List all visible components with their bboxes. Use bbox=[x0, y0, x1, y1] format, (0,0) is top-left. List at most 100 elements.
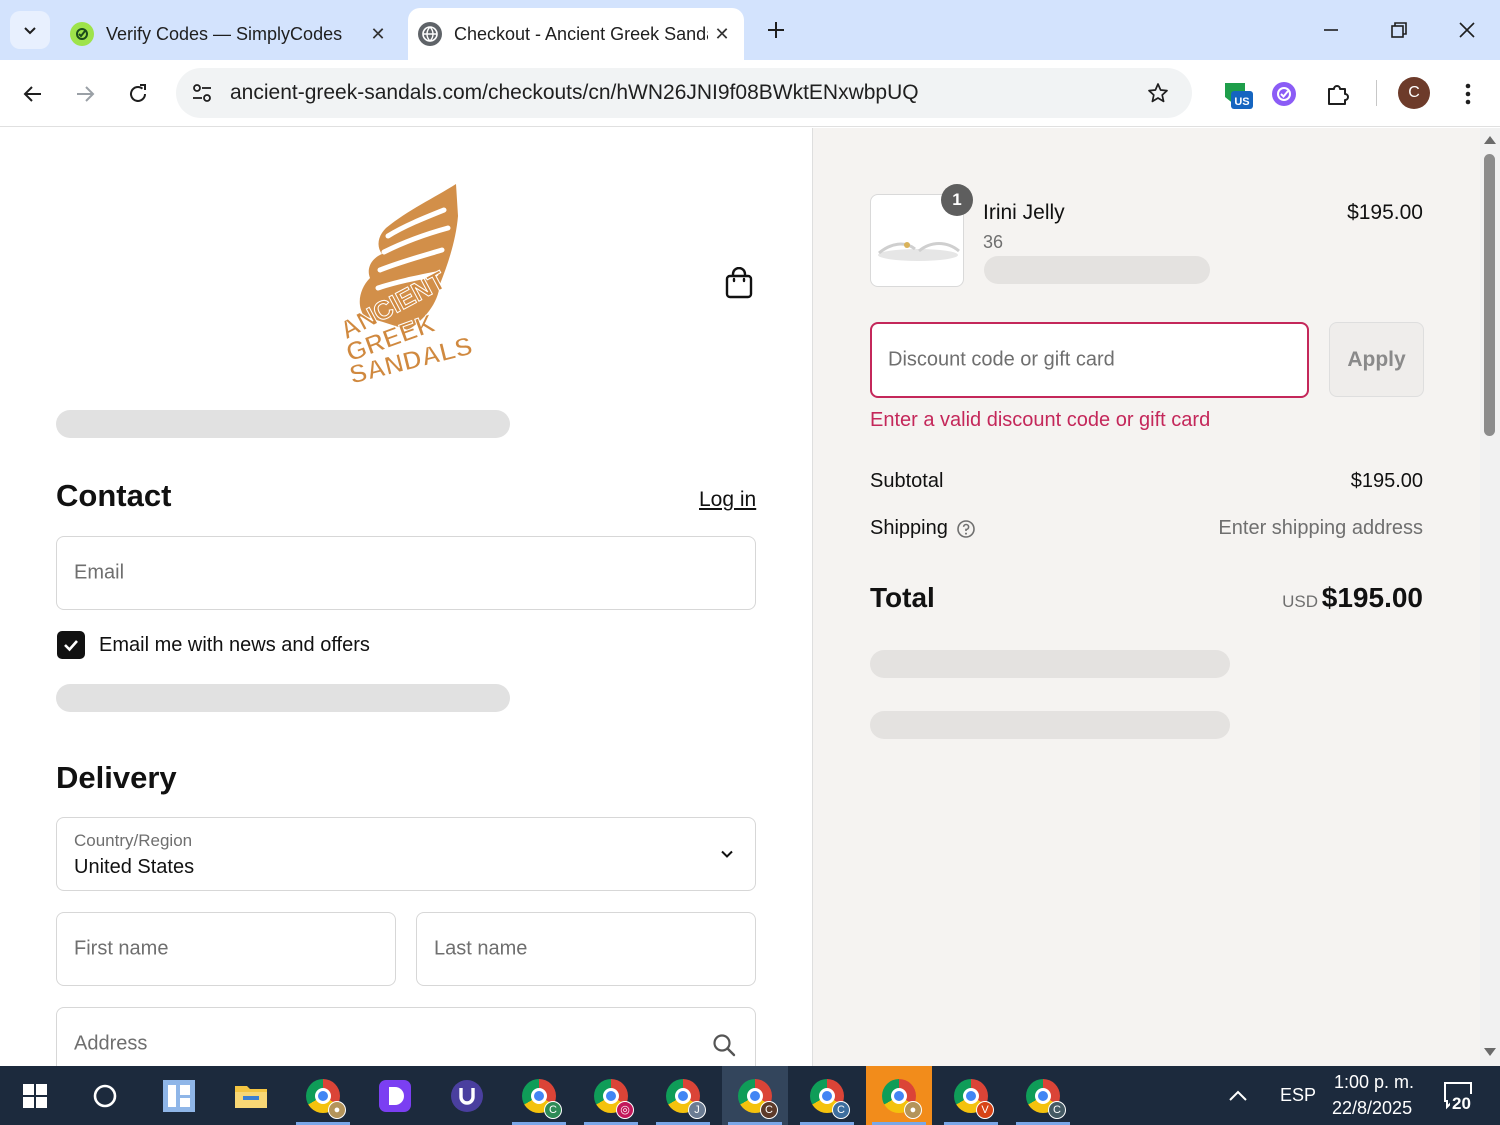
bookmark-star-icon[interactable] bbox=[1138, 73, 1178, 113]
tab-search-button[interactable] bbox=[10, 11, 50, 49]
taskbar-app-purple[interactable] bbox=[362, 1066, 428, 1125]
address-bar[interactable]: ancient-greek-sandals.com/checkouts/cn/h… bbox=[176, 68, 1192, 118]
globe-icon bbox=[418, 22, 442, 46]
chrome-taskbar-button[interactable]: V bbox=[938, 1066, 1004, 1125]
news-checkbox-label[interactable]: Email me with news and offers bbox=[99, 634, 370, 657]
vpn-extension-icon[interactable]: US bbox=[1216, 74, 1256, 114]
tab-strip: Verify Codes — SimplyCodes ✕ Checkout - … bbox=[0, 0, 1500, 60]
scrollbar-thumb[interactable] bbox=[1484, 154, 1495, 436]
chrome-taskbar-button[interactable]: ● bbox=[290, 1066, 356, 1125]
chrome-profile-badge: J bbox=[688, 1100, 706, 1119]
login-link[interactable]: Log in bbox=[699, 488, 756, 512]
shopping-bag-icon[interactable] bbox=[720, 264, 758, 302]
product-name: Irini Jelly bbox=[983, 201, 1065, 224]
tab-title: Verify Codes — SimplyCodes bbox=[106, 23, 343, 44]
address-field[interactable]: Address bbox=[56, 1007, 756, 1066]
chrome-icon: V bbox=[954, 1078, 994, 1119]
minimize-button[interactable] bbox=[1308, 10, 1354, 50]
profile-avatar[interactable]: C bbox=[1398, 77, 1430, 109]
notifications-button[interactable]: 20 bbox=[1430, 1066, 1490, 1125]
chrome-taskbar-button[interactable]: C bbox=[506, 1066, 572, 1125]
shipping-label: Shipping bbox=[870, 517, 948, 539]
reload-button[interactable] bbox=[118, 74, 158, 114]
simplycodes-icon bbox=[70, 22, 94, 46]
news-checkbox[interactable] bbox=[57, 631, 85, 659]
chrome-icon: ● bbox=[882, 1078, 922, 1119]
contact-heading: Contact bbox=[56, 478, 172, 513]
email-field[interactable]: Email bbox=[56, 536, 756, 610]
restore-button[interactable] bbox=[1376, 10, 1422, 50]
purple-extension-icon[interactable] bbox=[1264, 74, 1304, 114]
app-grid-icon bbox=[163, 1079, 195, 1112]
windows-icon bbox=[23, 1083, 47, 1108]
loading-placeholder bbox=[56, 410, 510, 438]
url-text[interactable]: ancient-greek-sandals.com/checkouts/cn/h… bbox=[230, 81, 1138, 105]
last-name-field[interactable]: Last name bbox=[416, 912, 756, 986]
clock-date[interactable]: 22/8/2025 bbox=[1332, 1098, 1412, 1119]
chrome-taskbar-button[interactable]: C bbox=[794, 1066, 860, 1125]
chrome-profile-badge: V bbox=[976, 1100, 994, 1119]
chrome-taskbar-button-flashing[interactable]: ● bbox=[866, 1066, 932, 1125]
site-settings-icon[interactable] bbox=[184, 75, 220, 111]
forward-button[interactable] bbox=[65, 74, 105, 114]
shipping-value: Enter shipping address bbox=[1218, 517, 1423, 539]
country-select[interactable]: Country/Region United States bbox=[56, 817, 756, 891]
tab-simplycodes[interactable]: Verify Codes — SimplyCodes ✕ bbox=[60, 8, 400, 60]
extensions-puzzle-icon[interactable] bbox=[1318, 74, 1358, 114]
purple-app-icon bbox=[379, 1079, 411, 1112]
chrome-profile-badge: C bbox=[1048, 1100, 1066, 1119]
close-tab-icon[interactable]: ✕ bbox=[708, 20, 736, 48]
chrome-taskbar-button[interactable]: J bbox=[650, 1066, 716, 1125]
chrome-icon: ◎ bbox=[594, 1078, 634, 1119]
total-label: Total bbox=[870, 582, 935, 613]
country-label: Country/Region bbox=[74, 831, 193, 850]
input-language[interactable]: ESP bbox=[1280, 1085, 1316, 1106]
subtotal-label: Subtotal bbox=[870, 470, 944, 492]
more-menu-icon[interactable] bbox=[1448, 74, 1488, 114]
file-explorer-button[interactable] bbox=[218, 1066, 284, 1125]
new-tab-button[interactable] bbox=[760, 14, 792, 46]
chrome-taskbar-button[interactable]: C bbox=[1010, 1066, 1076, 1125]
taskbar-app-1[interactable] bbox=[146, 1066, 212, 1125]
delivery-heading: Delivery bbox=[56, 760, 177, 795]
loading-placeholder bbox=[984, 256, 1210, 284]
total-currency: USD bbox=[1282, 592, 1318, 611]
order-summary: 1 Irini Jelly 36 $195.00 Discount code o… bbox=[812, 128, 1480, 1066]
close-window-button[interactable] bbox=[1444, 10, 1490, 50]
first-name-placeholder: First name bbox=[74, 937, 169, 960]
reload-icon bbox=[130, 84, 146, 102]
back-button[interactable] bbox=[13, 74, 53, 114]
chrome-icon: C bbox=[1026, 1078, 1066, 1119]
show-hidden-icons-button[interactable] bbox=[1218, 1066, 1258, 1125]
scroll-up-icon[interactable] bbox=[1484, 136, 1496, 144]
scroll-down-icon[interactable] bbox=[1484, 1048, 1496, 1056]
browser-toolbar: ancient-greek-sandals.com/checkouts/cn/h… bbox=[0, 60, 1500, 127]
start-button[interactable] bbox=[2, 1066, 68, 1125]
discount-code-input[interactable]: Discount code or gift card bbox=[870, 322, 1309, 398]
arrow-left-icon bbox=[23, 86, 41, 102]
chrome-profile-badge: C bbox=[544, 1100, 562, 1119]
close-tab-icon[interactable]: ✕ bbox=[364, 20, 392, 48]
loading-placeholder bbox=[56, 684, 510, 712]
search-button[interactable] bbox=[72, 1066, 138, 1125]
search-icon bbox=[713, 1034, 736, 1057]
taskbar-app-u[interactable] bbox=[434, 1066, 500, 1125]
cortana-circle-icon bbox=[93, 1084, 117, 1107]
page-scrollbar[interactable] bbox=[1480, 128, 1500, 1066]
chrome-taskbar-button-active[interactable]: C bbox=[722, 1066, 788, 1125]
chevron-up-icon bbox=[1229, 1090, 1247, 1101]
first-name-field[interactable]: First name bbox=[56, 912, 396, 986]
restore-icon bbox=[1391, 22, 1407, 38]
product-price: $195.00 bbox=[1347, 201, 1423, 224]
checkmark-icon bbox=[64, 640, 78, 652]
store-logo[interactable]: ANCIENT GREEK SANDALS bbox=[334, 180, 476, 390]
chevron-down-icon bbox=[721, 850, 733, 858]
help-circle-icon[interactable] bbox=[956, 519, 976, 539]
tab-checkout[interactable]: Checkout - Ancient Greek Sandals ✕ bbox=[408, 8, 744, 60]
chrome-taskbar-button[interactable]: ◎ bbox=[578, 1066, 644, 1125]
product-variant: 36 bbox=[983, 232, 1004, 252]
clock-time[interactable]: 1:00 p. m. bbox=[1334, 1072, 1414, 1093]
discount-placeholder: Discount code or gift card bbox=[888, 348, 1115, 371]
apply-discount-button[interactable]: Apply bbox=[1329, 322, 1424, 397]
checkout-form-column: ANCIENT GREEK SANDALS Contact Log in Ema… bbox=[0, 128, 812, 1066]
